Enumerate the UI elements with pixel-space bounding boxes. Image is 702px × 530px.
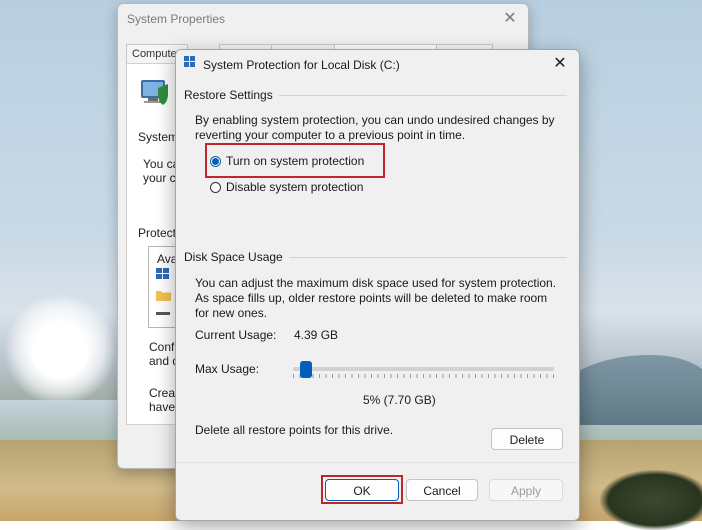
- delete-restore-points-text: Delete all restore points for this drive…: [195, 423, 394, 437]
- max-usage-slider-thumb[interactable]: [300, 361, 313, 378]
- wallpaper-tree: [600, 470, 702, 530]
- max-usage-slider-track[interactable]: [293, 367, 554, 371]
- radio-disable-system-protection[interactable]: Disable system protection: [210, 179, 363, 195]
- system-properties-titlebar[interactable]: System Properties ✕: [118, 4, 528, 34]
- windows-drive-icon: [156, 268, 169, 279]
- dialog-title: System Protection for Local Disk (C:): [203, 58, 400, 72]
- cancel-button[interactable]: Cancel: [406, 479, 478, 501]
- description-fragment-1: You ca: [143, 157, 180, 171]
- footer-divider: [176, 462, 579, 463]
- disk-space-divider: [276, 257, 567, 258]
- create-fragment-1: Creat: [149, 386, 179, 400]
- ok-button[interactable]: OK: [325, 479, 399, 501]
- max-usage-slider-ticks: [293, 374, 554, 378]
- folder-icon: [156, 291, 171, 301]
- close-icon[interactable]: ✕: [549, 53, 571, 75]
- system-label-fragment: System: [138, 130, 179, 144]
- max-usage-value: 5% (7.70 GB): [363, 393, 436, 407]
- computer-shield-icon: [141, 80, 168, 105]
- system-properties-title: System Properties: [127, 12, 226, 26]
- restore-settings-description: By enabling system protection, you can u…: [195, 113, 555, 142]
- max-usage-label: Max Usage:: [195, 362, 260, 376]
- disk-space-heading: Disk Space Usage: [184, 250, 289, 264]
- wallpaper-sun: [5, 295, 115, 405]
- radio-label-disable: Disable system protection: [226, 180, 364, 194]
- restore-settings-heading: Restore Settings: [184, 88, 279, 102]
- radio-button-checked[interactable]: [210, 155, 221, 167]
- radio-label-turn-on: Turn on system protection: [226, 154, 365, 168]
- wallpaper-hills: [560, 355, 702, 425]
- current-usage-label: Current Usage:: [195, 328, 277, 342]
- close-icon[interactable]: ✕: [498, 7, 522, 31]
- radio-turn-on-system-protection[interactable]: Turn on system protection: [210, 153, 364, 169]
- restore-settings-divider: [276, 95, 567, 96]
- current-usage-value: 4.39 GB: [294, 328, 339, 342]
- system-protection-dialog: System Protection for Local Disk (C:) ✕ …: [175, 49, 580, 521]
- drive-icon: [156, 312, 170, 315]
- create-fragment-2: have: [149, 400, 176, 414]
- system-protection-title-icon: [184, 56, 195, 67]
- delete-button[interactable]: Delete: [491, 428, 563, 450]
- radio-button-unchecked[interactable]: [210, 181, 221, 193]
- apply-button[interactable]: Apply: [489, 479, 563, 501]
- disk-space-description: You can adjust the maximum disk space us…: [195, 276, 557, 320]
